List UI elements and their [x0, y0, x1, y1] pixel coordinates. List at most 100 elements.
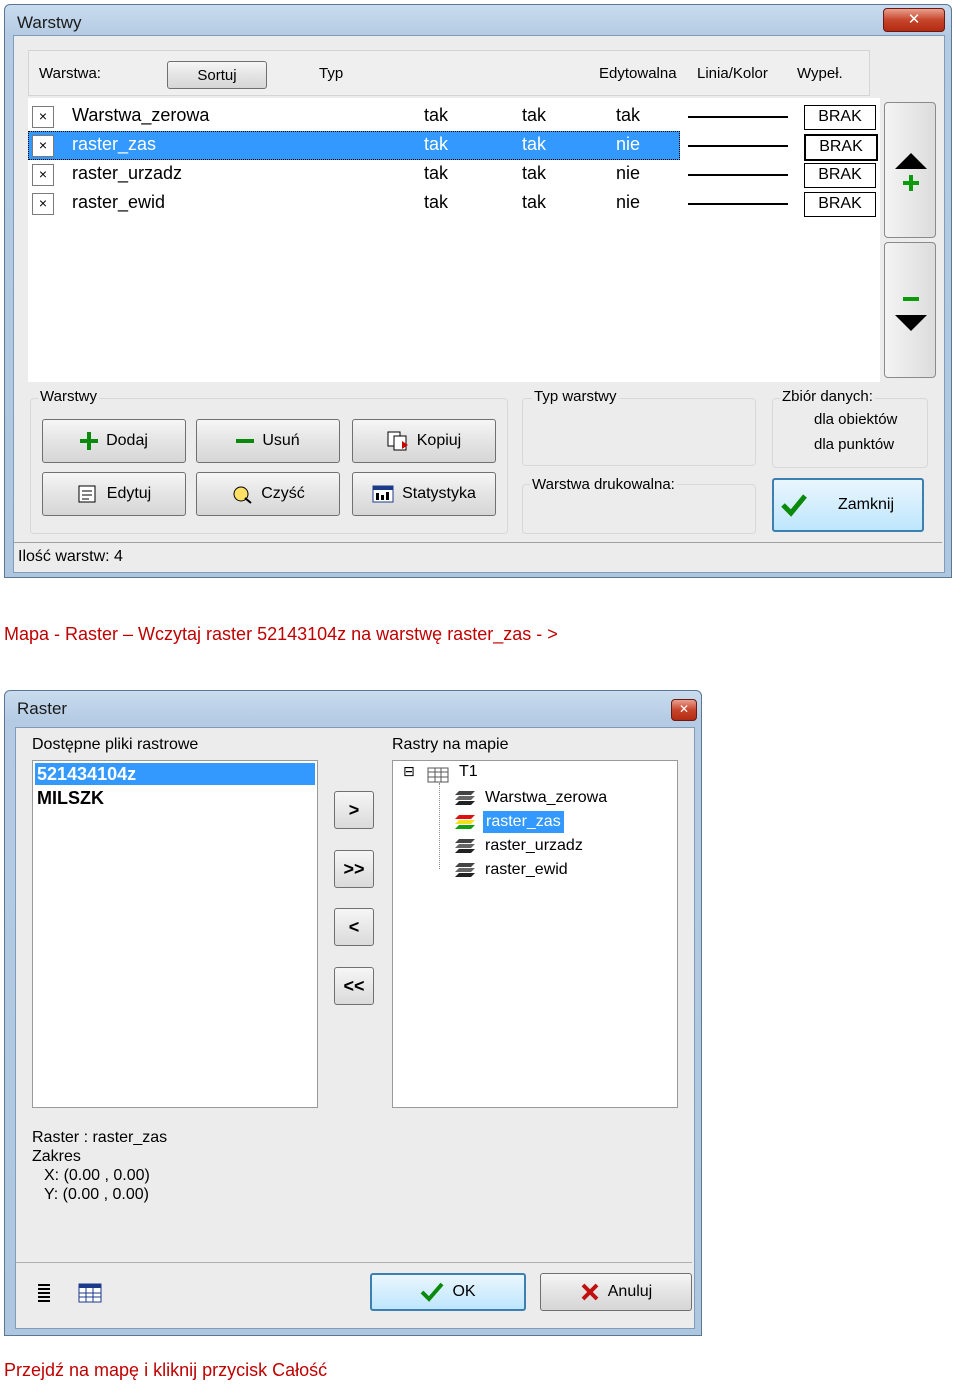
delete-layer-button[interactable]: Usuń — [196, 419, 340, 463]
layer-stack-selected-icon — [455, 815, 475, 829]
statistics-button[interactable]: Statystyka — [352, 472, 496, 516]
line-style-sample[interactable] — [688, 203, 788, 205]
layer-col-edytowalna: nie — [616, 192, 641, 212]
clear-icon — [233, 486, 252, 504]
fill-box[interactable]: BRAK — [804, 163, 876, 188]
tree-root[interactable]: T1 — [459, 763, 478, 781]
layer-col-edytowalna: nie — [616, 134, 641, 154]
layer-col-2: tak — [522, 105, 547, 125]
layer-col-2: tak — [522, 134, 547, 154]
available-files-list[interactable]: 521434104z MILSZK — [32, 760, 318, 1108]
tree-item-selected[interactable]: raster_zas — [483, 811, 564, 833]
tree-item[interactable]: Warstwa_zerowa — [485, 787, 607, 809]
cancel-button[interactable]: Anuluj — [540, 1273, 692, 1311]
file-item-selected[interactable]: 521434104z — [35, 763, 315, 785]
layer-type-label: Typ warstwy — [532, 388, 619, 405]
edit-layer-label: Edytuj — [106, 485, 152, 502]
remove-all-button[interactable]: << — [334, 967, 374, 1005]
warstwy-window: Warstwy ✕ Warstwa: Sortuj Typ Edytowalna… — [4, 4, 952, 578]
line-style-sample[interactable] — [688, 174, 788, 176]
layer-row[interactable]: × Warstwa_zerowa tak tak tak BRAK — [28, 102, 878, 131]
fill-box[interactable]: BRAK — [804, 134, 878, 161]
visibility-checkbox[interactable]: × — [32, 135, 54, 157]
map-rasters-label: Rastry na mapie — [392, 736, 509, 753]
visibility-checkbox[interactable]: × — [32, 106, 54, 128]
tree-item[interactable]: raster_ewid — [485, 859, 568, 881]
clear-layer-button[interactable]: Czyść — [196, 472, 340, 516]
ok-button[interactable]: OK — [370, 1273, 526, 1311]
raster-title: Raster — [17, 699, 68, 718]
close-button[interactable]: ✕ — [671, 699, 697, 721]
line-style-sample[interactable] — [688, 116, 788, 118]
layer-stack-icon — [455, 863, 475, 877]
fill-box[interactable]: BRAK — [804, 105, 876, 130]
clear-layer-label: Czyść — [261, 485, 305, 502]
dataset-group — [772, 398, 928, 468]
statistics-icon — [372, 485, 394, 503]
layer-col-edytowalna: nie — [616, 163, 641, 183]
layer-row[interactable]: × raster_ewid tak tak nie BRAK — [28, 189, 878, 218]
add-layer-button[interactable]: Dodaj — [42, 419, 186, 463]
header-edytowalna: Edytowalna — [599, 65, 677, 82]
sort-button[interactable]: Sortuj — [167, 61, 267, 89]
warstwy-group-label: Warstwy — [38, 388, 99, 405]
dataset-objects: dla obiektów — [814, 411, 898, 428]
arrow-down-minus-icon — [895, 297, 927, 331]
table-view-icon[interactable] — [78, 1283, 102, 1303]
list-view-icon[interactable] — [36, 1283, 52, 1303]
layer-count: Ilość warstw: 4 — [18, 548, 123, 565]
plus-icon — [80, 432, 99, 450]
table-grid-icon — [427, 767, 449, 783]
tree-item[interactable]: raster_urzadz — [485, 835, 583, 857]
warstwy-title: Warstwy — [17, 13, 82, 32]
map-rasters-tree[interactable]: ⊟ T1 Warstwa_zerowa raster_zas raster_ur… — [392, 760, 678, 1108]
remove-one-button[interactable]: < — [334, 908, 374, 946]
close-dialog-label: Zamknij — [838, 496, 895, 513]
info-x: X: (0.00 , 0.00) — [44, 1167, 150, 1184]
layer-name: raster_zas — [72, 134, 157, 154]
visibility-checkbox[interactable]: × — [32, 164, 54, 186]
line-style-sample[interactable] — [688, 145, 788, 147]
dataset-label: Zbiór danych: — [780, 388, 875, 405]
layer-stack-icon — [455, 791, 475, 805]
layer-row[interactable]: × raster_urzadz tak tak nie BRAK — [28, 160, 878, 189]
add-all-button[interactable]: >> — [334, 850, 374, 888]
move-up-button[interactable] — [884, 102, 936, 238]
arrow-up-plus-icon — [895, 153, 927, 191]
add-layer-label: Dodaj — [106, 432, 148, 449]
layer-col-typ: tak — [424, 163, 449, 183]
close-dialog-button[interactable]: Zamknij — [772, 478, 924, 532]
tree-expander[interactable]: ⊟ — [403, 763, 415, 780]
bottom-bar: OK Anuluj — [16, 1262, 692, 1326]
checkmark-icon — [781, 494, 807, 517]
edit-layer-button[interactable]: Edytuj — [42, 472, 186, 516]
layer-col-typ: tak — [424, 105, 449, 125]
statistics-label: Statystyka — [402, 485, 476, 502]
layers-header: Warstwa: Sortuj Typ Edytowalna Linia/Kol… — [28, 50, 870, 96]
close-button[interactable]: ✕ — [883, 8, 945, 32]
copy-layer-label: Kopiuj — [416, 432, 462, 449]
layer-col-edytowalna: tak — [616, 105, 641, 125]
raster-info: Raster : raster_zas Zakres X: (0.00 , 0.… — [32, 1128, 167, 1204]
header-typ: Typ — [319, 65, 344, 82]
layer-name: raster_urzadz — [72, 163, 183, 183]
fill-box[interactable]: BRAK — [804, 192, 876, 217]
file-item[interactable]: MILSZK — [35, 787, 315, 809]
layer-name: raster_ewid — [72, 192, 166, 212]
layer-row-selected[interactable]: × raster_zas tak tak nie BRAK — [28, 131, 878, 161]
warstwy-client: Warstwa: Sortuj Typ Edytowalna Linia/Kol… — [13, 35, 945, 573]
raster-client: Dostępne pliki rastrowe 521434104z MILSZ… — [15, 727, 695, 1329]
copy-layer-button[interactable]: Kopiuj — [352, 419, 496, 463]
minus-icon — [236, 439, 255, 443]
layer-col-2: tak — [522, 163, 547, 183]
info-y: Y: (0.00 , 0.00) — [44, 1186, 149, 1203]
visibility-checkbox[interactable]: × — [32, 193, 54, 215]
layer-list: × Warstwa_zerowa tak tak tak BRAK × rast… — [28, 98, 880, 382]
ok-label: OK — [452, 1283, 476, 1300]
header-wypelnienie: Wypeł. — [797, 65, 843, 82]
caption-instruction-1: Mapa - Raster – Wczytaj raster 52143104z… — [4, 624, 558, 644]
move-down-button[interactable] — [884, 242, 936, 378]
add-one-button[interactable]: > — [334, 791, 374, 829]
info-zakres: Zakres — [32, 1148, 81, 1165]
dataset-points: dla punktów — [814, 436, 895, 453]
